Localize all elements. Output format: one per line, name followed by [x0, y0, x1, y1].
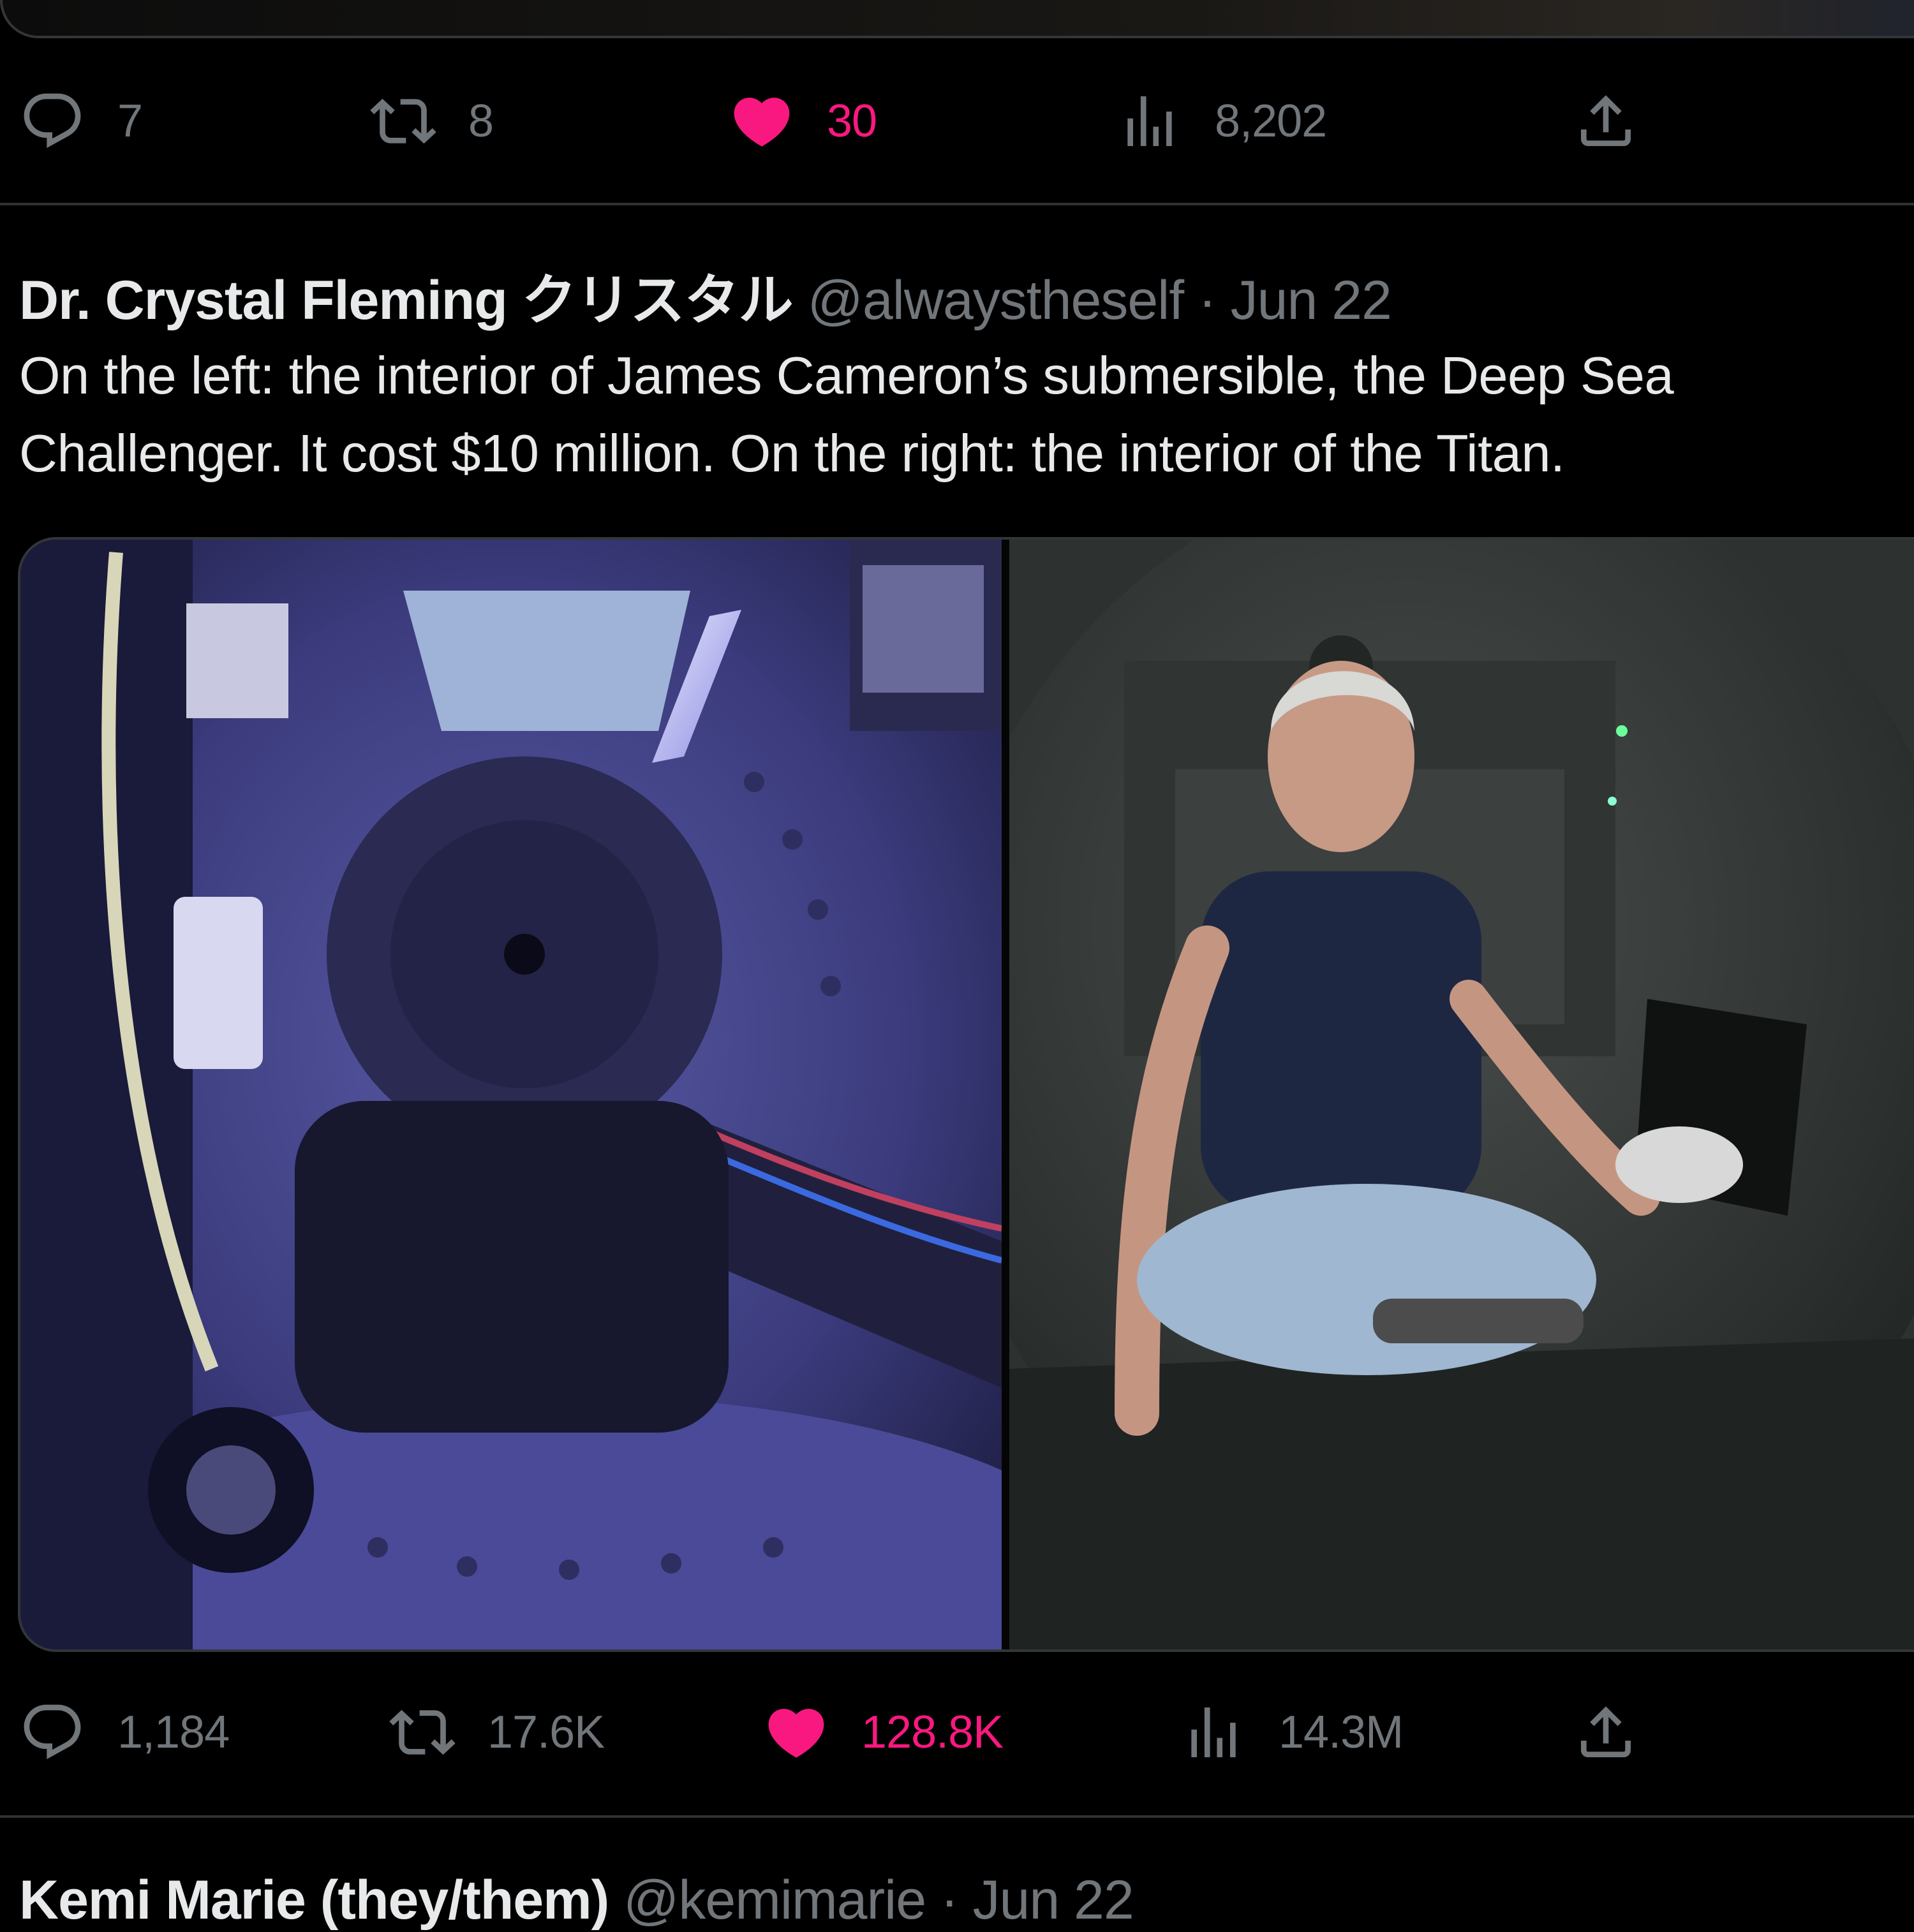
next-author-handle[interactable]: @kemimarie	[623, 1869, 926, 1931]
views-count: 14.3M	[1279, 1707, 1404, 1758]
reply-count: 1,184	[117, 1707, 230, 1758]
share-button[interactable]	[1573, 83, 1639, 159]
previous-tweet-media[interactable]	[0, 0, 1914, 38]
retweet-button[interactable]: 17.6K	[389, 1694, 605, 1771]
tweet-divider	[0, 203, 1914, 205]
author-name[interactable]: Dr. Crystal Fleming クリスタル	[19, 270, 794, 331]
retweet-button[interactable]: 8	[370, 83, 494, 159]
next-tweet-header: Kemi Marie (they/them) @kemimarie · Jun …	[19, 1869, 1134, 1932]
next-header-separator: ·	[940, 1869, 959, 1931]
media-separator	[1002, 540, 1009, 1649]
photo-titan-interior[interactable]	[1009, 540, 1914, 1649]
author-handle[interactable]: @alwaystheself	[808, 270, 1185, 331]
reply-count: 7	[117, 96, 143, 147]
views-count: 8,202	[1215, 96, 1327, 147]
tweet-media[interactable]	[18, 537, 1914, 1652]
like-button[interactable]: 128.8K	[763, 1694, 1004, 1771]
heart-icon	[768, 1709, 824, 1758]
retweet-icon	[389, 1709, 456, 1755]
retweet-count: 8	[468, 96, 494, 147]
header-separator: ·	[1198, 270, 1217, 331]
reply-icon	[24, 93, 81, 149]
share-button[interactable]	[1573, 1694, 1639, 1771]
tweet-divider	[0, 1815, 1914, 1818]
next-author-name[interactable]: Kemi Marie (they/them)	[19, 1869, 609, 1931]
tweet-text: On the left: the interior of James Camer…	[19, 346, 1674, 483]
tweet-date[interactable]: Jun 22	[1231, 270, 1392, 331]
like-button[interactable]: 30	[729, 83, 877, 159]
views-icon	[1191, 1707, 1236, 1757]
reply-button[interactable]: 7	[19, 83, 143, 159]
share-icon	[1581, 95, 1631, 146]
tweet-action-bar: 1,184 17.6K 128.8K 14.3M	[0, 1694, 1914, 1771]
reply-button[interactable]: 1,184	[19, 1694, 230, 1771]
tweet-header: Dr. Crystal Fleming クリスタル @alwaystheself…	[19, 255, 1392, 335]
like-count: 30	[827, 96, 877, 147]
views-button[interactable]: 8,202	[1116, 83, 1327, 159]
share-icon	[1581, 1706, 1631, 1757]
retweet-count: 17.6K	[487, 1707, 605, 1758]
views-icon	[1127, 96, 1172, 146]
views-button[interactable]: 14.3M	[1180, 1694, 1404, 1771]
heart-icon	[734, 98, 790, 147]
previous-tweet-action-bar: 7 8 30 8,202	[0, 83, 1914, 159]
next-tweet-date[interactable]: Jun 22	[973, 1869, 1134, 1931]
like-count: 128.8K	[861, 1707, 1004, 1758]
photo-deep-sea-challenger-interior[interactable]	[20, 540, 1002, 1649]
retweet-icon	[370, 98, 436, 144]
reply-icon	[24, 1704, 81, 1760]
